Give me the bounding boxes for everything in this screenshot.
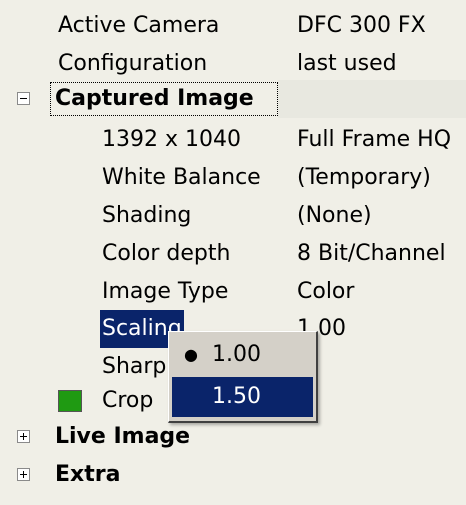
image-type-value[interactable]: Color [297,273,354,311]
crop-color-swatch[interactable] [58,390,82,412]
row-color-depth[interactable]: Color depth 8 Bit/Channel [0,235,466,273]
extra-label: Extra [55,462,121,487]
resolution-label: 1392 x 1040 [102,127,241,152]
row-white-balance[interactable]: White Balance (Temporary) [0,159,466,197]
row-resolution[interactable]: 1392 x 1040 Full Frame HQ [0,121,466,159]
row-shading[interactable]: Shading (None) [0,197,466,235]
configuration-value[interactable]: last used [297,45,397,83]
color-depth-value[interactable]: 8 Bit/Channel [297,235,446,273]
scaling-option-1-00[interactable]: ● 1.00 [172,335,313,375]
expand-icon[interactable] [17,430,30,443]
option-label: 1.00 [212,342,261,367]
option-label: 1.50 [212,384,261,409]
selected-bullet-icon: ● [184,345,198,364]
white-balance-label: White Balance [102,165,261,190]
section-captured-image[interactable]: Captured Image [0,80,466,118]
scaling-dropdown-menu: ● 1.00 1.50 [168,331,318,423]
image-type-label: Image Type [102,279,229,304]
color-depth-label: Color depth [102,241,231,266]
row-configuration[interactable]: Configuration last used [0,45,466,83]
white-balance-value[interactable]: (Temporary) [297,159,431,197]
section-live-image[interactable]: Live Image [0,418,466,456]
scaling-option-1-50[interactable]: 1.50 [172,377,313,417]
row-active-camera[interactable]: Active Camera DFC 300 FX [0,7,466,45]
expand-icon[interactable] [17,468,30,481]
row-focus-highlight [278,80,466,118]
active-camera-value[interactable]: DFC 300 FX [297,7,426,45]
collapse-icon[interactable] [17,92,30,105]
shading-value[interactable]: (None) [297,197,372,235]
crop-label: Crop [102,388,154,413]
resolution-value[interactable]: Full Frame HQ [297,121,451,159]
section-extra[interactable]: Extra [0,456,466,494]
captured-image-label: Captured Image [55,86,254,111]
sharpness-label: Sharp [102,354,167,379]
live-image-label: Live Image [55,424,191,449]
configuration-label: Configuration [58,51,208,76]
active-camera-label: Active Camera [58,13,220,38]
camera-settings-panel: Active Camera DFC 300 FX Configuration l… [0,0,466,505]
shading-label: Shading [102,203,192,228]
row-image-type[interactable]: Image Type Color [0,273,466,311]
